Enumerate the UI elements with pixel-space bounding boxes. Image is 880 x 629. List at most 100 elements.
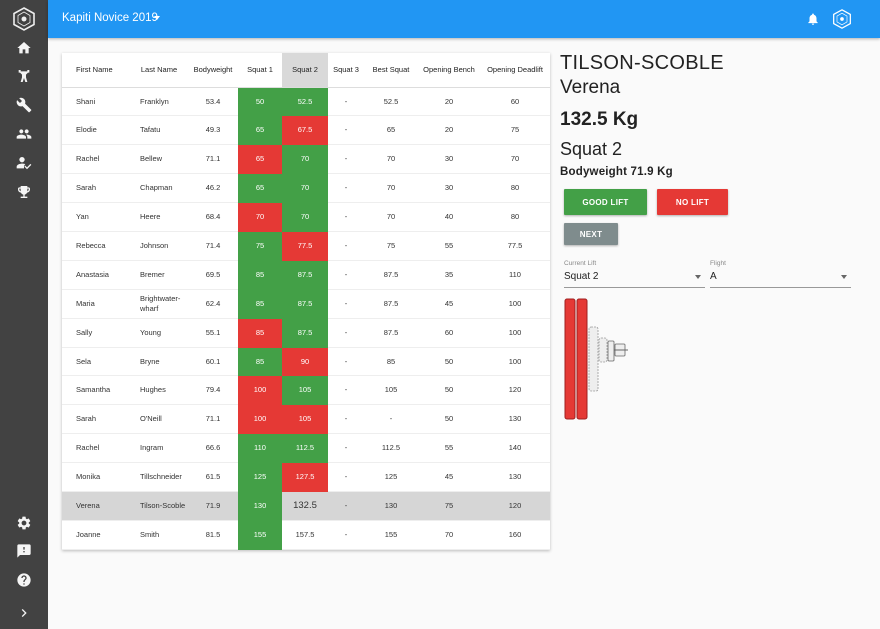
cell-squat-3[interactable]: - xyxy=(328,347,364,377)
feedback-icon[interactable] xyxy=(14,541,34,561)
cell-opening-deadlift[interactable]: 100 xyxy=(480,318,550,348)
col-bodyweight[interactable]: Bodyweight xyxy=(188,53,238,88)
cell-opening-deadlift[interactable]: 130 xyxy=(480,462,550,492)
logo-icon[interactable] xyxy=(12,7,36,31)
cell-squat-3[interactable]: - xyxy=(328,462,364,492)
cell-opening-bench[interactable]: 20 xyxy=(418,115,480,146)
cell-opening-bench[interactable]: 35 xyxy=(418,260,480,290)
cell-squat-2-good[interactable]: 70 xyxy=(282,144,328,175)
cell-squat-3[interactable]: - xyxy=(328,404,364,435)
table-row[interactable]: Sally Young 55.1 85 87.5 - 87.5 60 100 xyxy=(62,318,550,348)
cell-squat-2-bad[interactable]: 127.5 xyxy=(282,462,328,492)
cell-opening-deadlift[interactable]: 80 xyxy=(480,202,550,232)
cell-squat-2-bad[interactable]: 105 xyxy=(282,404,328,435)
cell-opening-deadlift[interactable]: 140 xyxy=(480,433,550,464)
cell-squat-2[interactable]: 157.5 xyxy=(282,520,328,550)
col-best-squat[interactable]: Best Squat xyxy=(364,53,418,88)
cell-opening-deadlift[interactable]: 60 xyxy=(480,87,550,117)
flight-select[interactable]: Flight A xyxy=(710,258,851,288)
next-button[interactable]: NEXT xyxy=(564,223,618,245)
table-row[interactable]: Yan Heere 68.4 70 70 - 70 40 80 xyxy=(62,202,550,232)
cell-squat-2-bad[interactable]: 77.5 xyxy=(282,231,328,261)
lifter-icon[interactable] xyxy=(14,66,34,86)
table-row[interactable]: Shani Franklyn 53.4 50 52.5 - 52.5 20 60 xyxy=(62,87,550,117)
cell-opening-deadlift[interactable]: 100 xyxy=(480,289,550,319)
cell-squat-1-good[interactable]: 155 xyxy=(238,520,282,550)
cell-squat-1-good[interactable]: 125 xyxy=(238,462,282,492)
cell-squat-1-good[interactable]: 50 xyxy=(238,87,282,117)
cell-squat-1-good[interactable]: 110 xyxy=(238,433,282,464)
table-row[interactable]: Anastasia Bremer 69.5 85 87.5 - 87.5 35 … xyxy=(62,260,550,290)
settings-icon[interactable] xyxy=(14,513,34,533)
cell-squat-3[interactable]: - xyxy=(328,202,364,232)
no-lift-button[interactable]: NO LIFT xyxy=(657,189,728,215)
cell-squat-1-bad[interactable]: 65 xyxy=(238,144,282,175)
table-row[interactable]: Rachel Bellew 71.1 65 70 - 70 30 70 xyxy=(62,144,550,175)
cell-squat-1-good[interactable]: 75 xyxy=(238,231,282,261)
cell-squat-1-good[interactable]: 130 xyxy=(238,491,282,521)
cell-squat-1-good[interactable]: 85 xyxy=(238,289,282,319)
cell-opening-bench[interactable]: 45 xyxy=(418,289,480,319)
cell-squat-2-good[interactable]: 87.5 xyxy=(282,289,328,319)
col-squat-1[interactable]: Squat 1 xyxy=(238,53,282,88)
table-row[interactable]: Rebecca Johnson 71.4 75 77.5 - 75 55 77.… xyxy=(62,231,550,261)
col-opening-deadlift[interactable]: Opening Deadlift xyxy=(480,53,550,88)
cell-squat-2-good[interactable]: 112.5 xyxy=(282,433,328,464)
col-last-name[interactable]: Last Name xyxy=(130,53,188,88)
good-lift-button[interactable]: GOOD LIFT xyxy=(564,189,647,215)
cell-squat-2-good[interactable]: 70 xyxy=(282,173,328,204)
cell-squat-3[interactable]: - xyxy=(328,115,364,146)
cell-opening-bench[interactable]: 30 xyxy=(418,144,480,175)
cell-squat-2-good[interactable]: 87.5 xyxy=(282,260,328,290)
cell-opening-bench[interactable]: 50 xyxy=(418,404,480,435)
table-row[interactable]: Sela Bryne 60.1 85 90 - 85 50 100 xyxy=(62,347,550,377)
cell-squat-3[interactable]: - xyxy=(328,375,364,406)
col-squat-2[interactable]: Squat 2 xyxy=(282,53,328,88)
help-icon[interactable] xyxy=(14,570,34,590)
cell-squat-3[interactable]: - xyxy=(328,318,364,348)
col-opening-bench[interactable]: Opening Bench xyxy=(418,53,480,88)
cell-opening-bench[interactable]: 55 xyxy=(418,231,480,261)
wrench-icon[interactable] xyxy=(14,95,34,115)
table-row-current-lifter[interactable]: Verena Tilson-Scoble 71.9 130 132.5 - 13… xyxy=(62,491,550,521)
cell-opening-bench[interactable]: 20 xyxy=(418,87,480,117)
current-lift-select[interactable]: Current Lift Squat 2 xyxy=(564,258,705,288)
referee-icon[interactable] xyxy=(14,153,34,173)
cell-squat-3[interactable]: - xyxy=(328,520,364,550)
cell-squat-3[interactable]: - xyxy=(328,144,364,175)
cell-squat-1-good[interactable]: 65 xyxy=(238,115,282,146)
cell-opening-bench[interactable]: 45 xyxy=(418,462,480,492)
cell-squat-1-good[interactable]: 65 xyxy=(238,173,282,204)
table-row[interactable]: Joanne Smith 81.5 155 157.5 - 155 70 160 xyxy=(62,520,550,550)
cell-opening-bench[interactable]: 55 xyxy=(418,433,480,464)
cell-squat-2-bad[interactable]: 90 xyxy=(282,347,328,377)
table-row[interactable]: Sarah Chapman 46.2 65 70 - 70 30 80 xyxy=(62,173,550,204)
cell-squat-2-good[interactable]: 87.5 xyxy=(282,318,328,348)
cell-opening-bench[interactable]: 30 xyxy=(418,173,480,204)
cell-opening-bench[interactable]: 50 xyxy=(418,347,480,377)
cell-squat-3[interactable]: - xyxy=(328,433,364,464)
cell-squat-2-good[interactable]: 105 xyxy=(282,375,328,406)
cell-squat-3[interactable]: - xyxy=(328,173,364,204)
table-row[interactable]: Monika Tillschneider 61.5 125 127.5 - 12… xyxy=(62,462,550,492)
cell-opening-deadlift[interactable]: 120 xyxy=(480,491,550,521)
col-first-name[interactable]: First Name xyxy=(62,53,130,88)
user-avatar-icon[interactable] xyxy=(832,9,852,29)
table-row[interactable]: Samantha Hughes 79.4 100 105 - 105 50 12… xyxy=(62,375,550,406)
cell-opening-deadlift[interactable]: 100 xyxy=(480,347,550,377)
people-icon[interactable] xyxy=(14,124,34,144)
cell-squat-3[interactable]: - xyxy=(328,491,364,521)
table-row[interactable]: Maria Brightwater-wharf 62.4 85 87.5 - 8… xyxy=(62,289,550,319)
cell-squat-2-good[interactable]: 70 xyxy=(282,202,328,232)
bell-icon[interactable] xyxy=(804,10,822,28)
table-row[interactable]: Rachel Ingram 66.6 110 112.5 - 112.5 55 … xyxy=(62,433,550,464)
table-row[interactable]: Elodie Tafatu 49.3 65 67.5 - 65 20 75 xyxy=(62,115,550,146)
trophy-icon[interactable] xyxy=(14,182,34,202)
meet-dropdown-icon[interactable] xyxy=(154,16,160,20)
cell-opening-bench[interactable]: 70 xyxy=(418,520,480,550)
cell-opening-deadlift[interactable]: 130 xyxy=(480,404,550,435)
cell-squat-3[interactable]: - xyxy=(328,87,364,117)
cell-opening-bench[interactable]: 75 xyxy=(418,491,480,521)
cell-squat-3[interactable]: - xyxy=(328,231,364,261)
cell-squat-2-good[interactable]: 52.5 xyxy=(282,87,328,117)
